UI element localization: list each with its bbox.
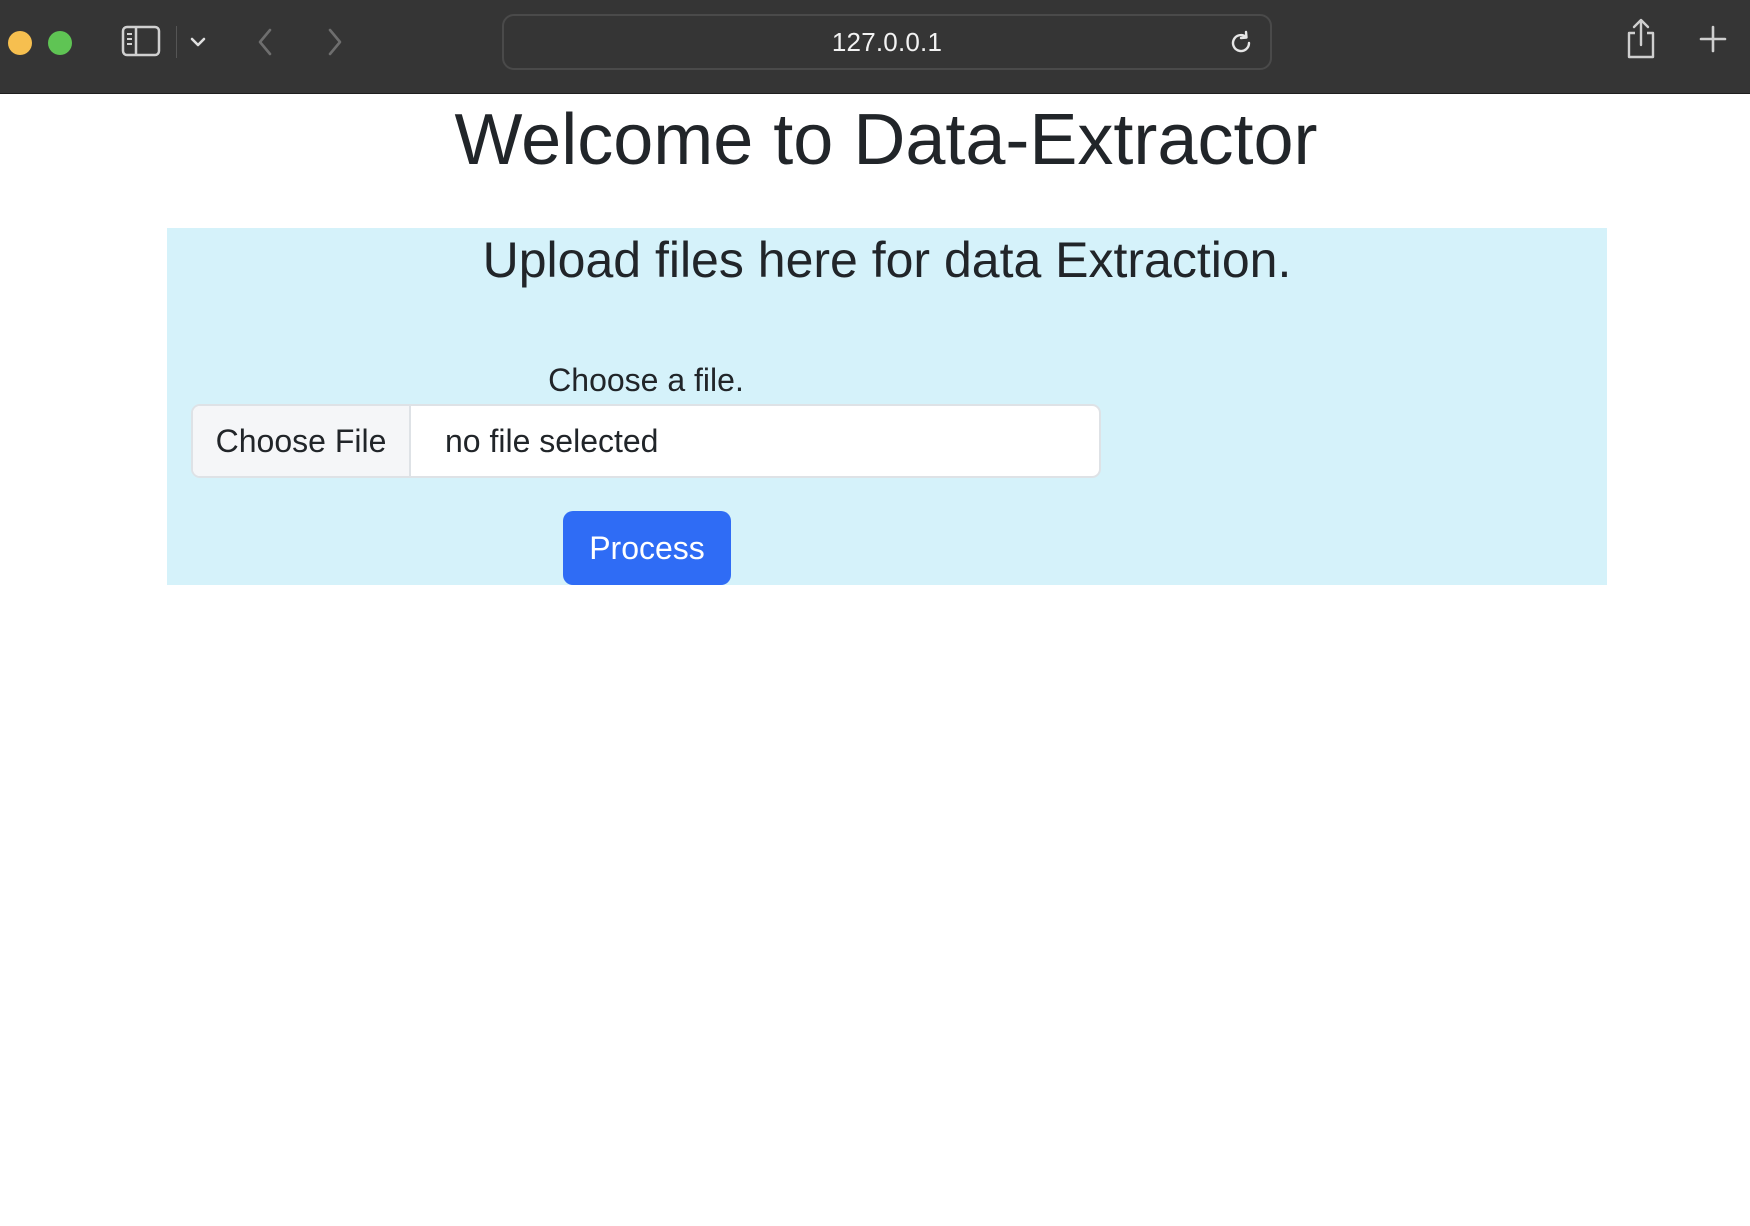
chevron-right-icon[interactable] xyxy=(320,24,350,60)
address-bar[interactable]: 127.0.0.1 xyxy=(502,14,1272,70)
file-input[interactable]: Choose File no file selected xyxy=(191,404,1101,478)
sidebar-icon[interactable] xyxy=(120,24,162,58)
upload-heading: Upload files here for data Extraction. xyxy=(482,232,1292,288)
toolbar-divider xyxy=(176,26,177,58)
chevron-down-icon[interactable] xyxy=(186,28,210,56)
url-text: 127.0.0.1 xyxy=(831,26,943,57)
file-input-label: Choose a file. xyxy=(548,362,744,398)
plus-icon[interactable] xyxy=(1696,22,1730,56)
reload-icon[interactable] xyxy=(1226,28,1256,58)
window-minimize-button[interactable] xyxy=(8,31,32,55)
upload-panel: Upload files here for data Extraction. C… xyxy=(167,228,1607,585)
window-zoom-button[interactable] xyxy=(48,31,72,55)
chevron-left-icon[interactable] xyxy=(250,24,280,60)
process-button[interactable]: Process xyxy=(563,511,731,585)
share-icon[interactable] xyxy=(1623,16,1659,62)
browser-toolbar: 127.0.0.1 xyxy=(0,0,1750,94)
page-content: Welcome to Data-Extractor Upload files h… xyxy=(0,95,1750,1226)
page-title: Welcome to Data-Extractor xyxy=(454,100,1318,180)
choose-file-button[interactable]: Choose File xyxy=(193,406,411,476)
file-status-text: no file selected xyxy=(445,422,659,459)
